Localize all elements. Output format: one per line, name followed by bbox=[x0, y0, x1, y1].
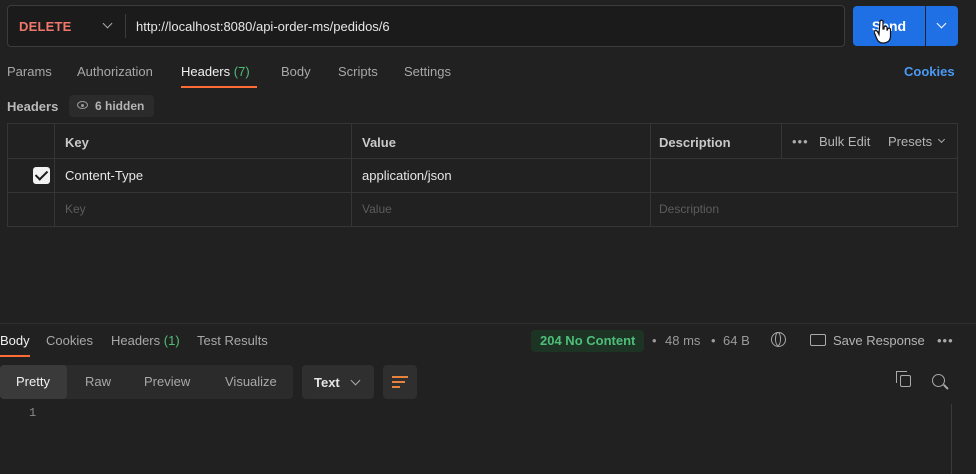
table-divider bbox=[8, 158, 957, 159]
column-header-key: Key bbox=[65, 135, 89, 150]
tab-label: Headers bbox=[181, 64, 231, 79]
eye-icon bbox=[77, 101, 88, 109]
column-header-value: Value bbox=[362, 135, 396, 150]
save-response-icon bbox=[810, 334, 826, 346]
chevron-down-icon bbox=[936, 18, 947, 29]
hidden-headers-toggle[interactable]: 6 hidden bbox=[69, 95, 155, 117]
header-description-cell[interactable] bbox=[659, 168, 949, 184]
active-tab-indicator bbox=[181, 86, 257, 88]
tab-label: Authorization bbox=[77, 64, 153, 79]
view-mode-raw[interactable]: Raw bbox=[85, 365, 111, 399]
table-divider bbox=[54, 124, 55, 226]
tab-label: Cookies bbox=[46, 333, 93, 348]
response-time[interactable]: 48 ms bbox=[665, 333, 700, 348]
tab-label: Body bbox=[281, 64, 311, 79]
url-bar: DELETE bbox=[7, 5, 845, 47]
divider bbox=[125, 14, 126, 38]
meta-separator: • bbox=[711, 333, 716, 348]
response-tab-cookies[interactable]: Cookies bbox=[46, 333, 93, 348]
chevron-down-icon bbox=[937, 135, 946, 144]
method-label: DELETE bbox=[19, 18, 72, 34]
new-description-input[interactable]: Description bbox=[659, 202, 719, 216]
cookies-link[interactable]: Cookies bbox=[904, 64, 955, 79]
chevron-down-icon bbox=[350, 375, 361, 386]
scrollbar[interactable] bbox=[951, 404, 952, 474]
table-divider bbox=[8, 192, 957, 193]
header-key-cell[interactable]: Content-Type bbox=[65, 168, 143, 183]
header-value-cell[interactable]: application/json bbox=[362, 168, 452, 183]
globe-icon[interactable] bbox=[771, 332, 786, 347]
search-icon[interactable] bbox=[932, 374, 945, 387]
tab-body[interactable]: Body bbox=[281, 64, 311, 79]
hand-cursor-icon bbox=[874, 19, 892, 44]
url-input[interactable] bbox=[136, 13, 826, 39]
send-options-button[interactable] bbox=[926, 6, 958, 46]
tab-params[interactable]: Params bbox=[7, 64, 52, 79]
header-enabled-checkbox[interactable] bbox=[33, 167, 50, 184]
tab-count: (7) bbox=[233, 64, 250, 79]
headers-table: Key Value Description ••• Bulk Edit Pres… bbox=[7, 123, 958, 227]
chevron-down-icon bbox=[102, 18, 113, 29]
presets-label: Presets bbox=[888, 134, 933, 149]
view-mode-selector: Pretty Raw Preview Visualize bbox=[0, 365, 293, 399]
meta-separator: • bbox=[652, 333, 657, 348]
presets-dropdown[interactable]: Presets bbox=[888, 134, 946, 149]
view-mode-visualize[interactable]: Visualize bbox=[225, 365, 277, 399]
table-divider bbox=[351, 124, 352, 226]
tab-scripts[interactable]: Scripts bbox=[338, 64, 378, 79]
active-tab-indicator bbox=[0, 355, 30, 357]
tab-label: Body bbox=[0, 333, 30, 348]
tab-headers[interactable]: Headers (7) bbox=[181, 64, 250, 79]
more-options-icon[interactable]: ••• bbox=[792, 134, 809, 149]
more-options-icon[interactable]: ••• bbox=[937, 333, 954, 348]
line-number: 1 bbox=[29, 406, 37, 420]
format-dropdown[interactable]: Text bbox=[302, 365, 374, 399]
headers-section-title: Headers bbox=[7, 99, 59, 114]
hidden-count-label: 6 hidden bbox=[95, 99, 145, 113]
response-size[interactable]: 64 B bbox=[723, 333, 750, 348]
tab-label: Settings bbox=[404, 64, 451, 79]
copy-icon[interactable] bbox=[896, 371, 911, 387]
wrap-lines-button[interactable] bbox=[383, 365, 417, 399]
new-value-input[interactable]: Value bbox=[362, 202, 392, 216]
status-badge[interactable]: 204 No Content bbox=[531, 330, 645, 352]
table-divider bbox=[650, 124, 651, 226]
response-tab-test-results[interactable]: Test Results bbox=[197, 333, 268, 348]
save-response-button[interactable]: Save Response bbox=[833, 333, 925, 348]
tab-label: Headers bbox=[111, 333, 161, 348]
table-divider bbox=[781, 124, 782, 158]
tab-count: (1) bbox=[163, 333, 180, 348]
view-mode-preview[interactable]: Preview bbox=[144, 365, 190, 399]
new-key-input[interactable]: Key bbox=[65, 202, 86, 216]
view-mode-pretty[interactable]: Pretty bbox=[16, 365, 50, 399]
tab-settings[interactable]: Settings bbox=[404, 64, 451, 79]
response-tab-body[interactable]: Body bbox=[0, 333, 30, 348]
column-header-description: Description bbox=[659, 135, 731, 150]
format-label: Text bbox=[314, 375, 340, 390]
bulk-edit-button[interactable]: Bulk Edit bbox=[819, 134, 870, 149]
tab-label: Scripts bbox=[338, 64, 378, 79]
tab-label: Params bbox=[7, 64, 52, 79]
tab-authorization[interactable]: Authorization bbox=[77, 64, 153, 79]
response-tab-headers[interactable]: Headers (1) bbox=[111, 333, 180, 348]
tab-label: Test Results bbox=[197, 333, 268, 348]
pane-divider[interactable] bbox=[0, 323, 976, 324]
method-select[interactable]: DELETE bbox=[16, 6, 124, 46]
